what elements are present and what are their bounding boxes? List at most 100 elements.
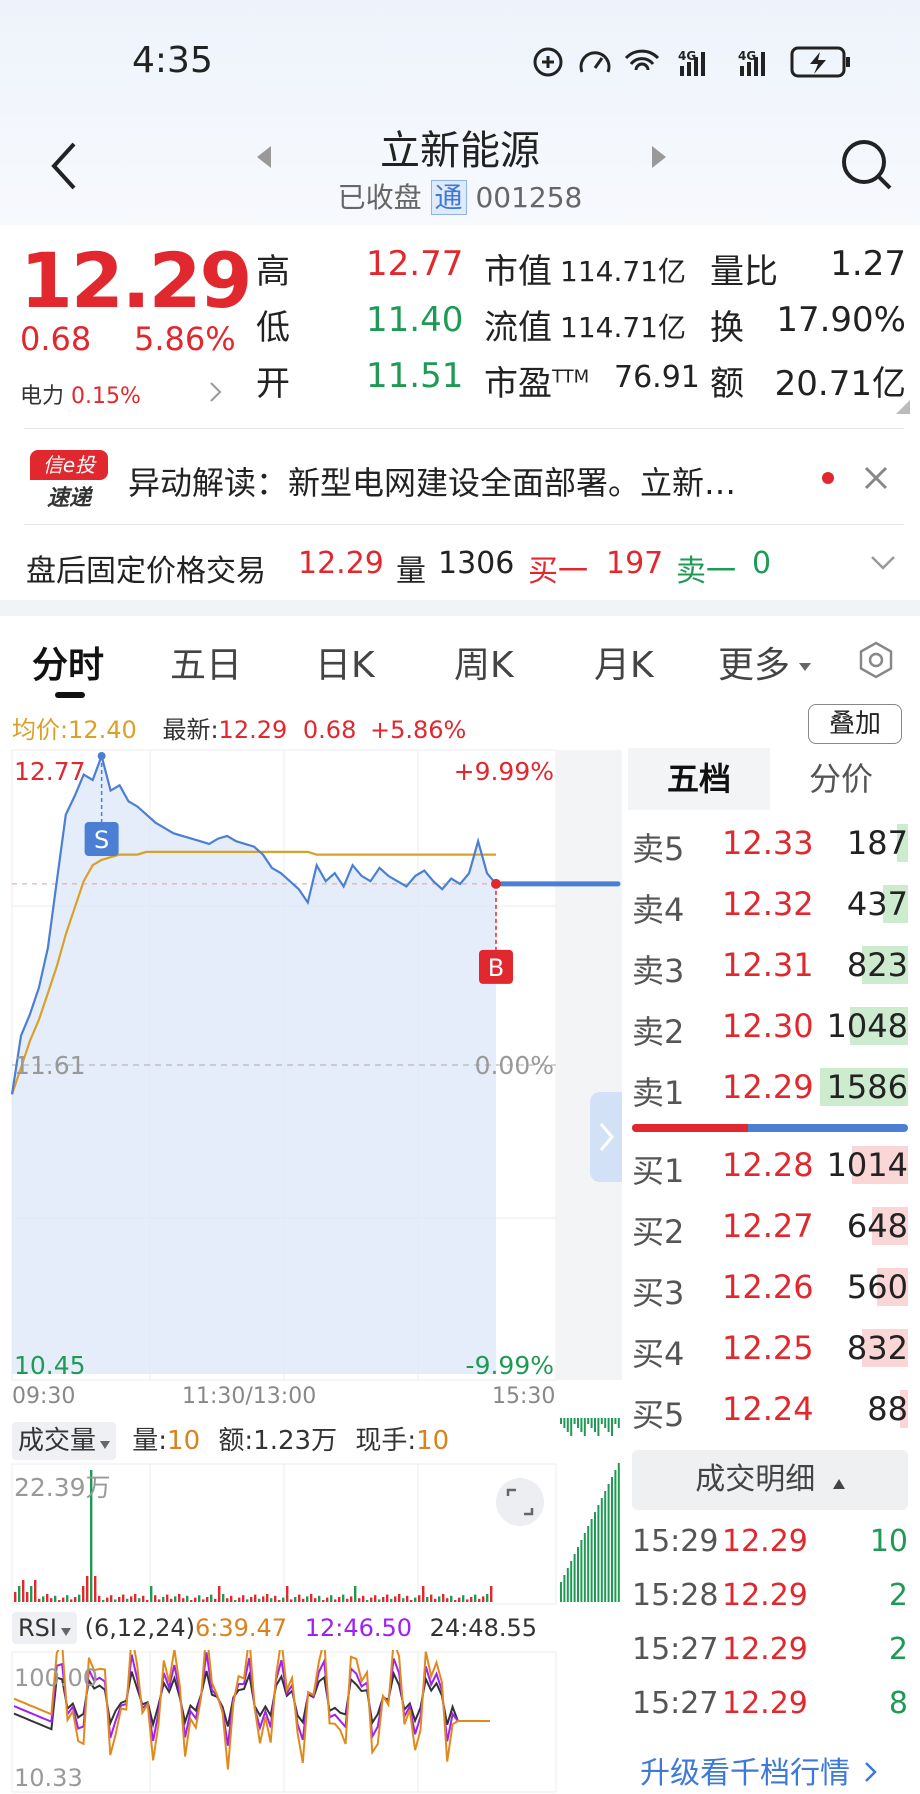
volume-bar: [82, 1586, 85, 1602]
ask-level-label: 卖4: [632, 891, 685, 929]
rsi-selector[interactable]: RSI: [12, 1612, 77, 1644]
svg-text:4G: 4G: [738, 49, 756, 63]
news-banner[interactable]: 信e投 速递 异动解读：新型电网建设全面部署。立新…: [0, 440, 920, 518]
trade-row: 15:27 12.29 8: [628, 1678, 912, 1732]
after-hours-vol: 1306: [438, 546, 515, 581]
volume-bar: [114, 1599, 117, 1602]
volume-bar: [310, 1594, 313, 1602]
prev-stock-button[interactable]: [255, 144, 275, 170]
rsi12-value: 12:46.50: [304, 1614, 413, 1642]
depth-bar: [611, 1477, 613, 1602]
search-button[interactable]: [838, 136, 894, 192]
volume-bar: [226, 1598, 229, 1602]
tab-weekly-k[interactable]: 周K: [454, 636, 514, 688]
pe-label-text: 市盈: [484, 364, 552, 404]
volume-bar: [170, 1598, 173, 1602]
sell-marker-dot: [97, 752, 106, 760]
volume-bar: [166, 1594, 169, 1602]
tab-active-underline: [55, 692, 85, 698]
back-button[interactable]: [44, 138, 84, 194]
volume-bar: [38, 1598, 41, 1602]
chart-settings-icon[interactable]: [856, 640, 896, 680]
volume-bar: [302, 1598, 305, 1602]
ask-level-price: 12.32: [722, 885, 814, 923]
ask-level-price: 12.30: [722, 1007, 814, 1045]
depth-bar: [607, 1484, 610, 1602]
ask-level-row[interactable]: 卖2 12.30 1048: [628, 995, 912, 1056]
volume-bar: [122, 1594, 125, 1602]
turnover-label: 换: [710, 308, 744, 348]
tab-daily-k[interactable]: 日K: [315, 636, 375, 688]
volume-bar: [278, 1600, 281, 1602]
bid-level-price: 12.28: [722, 1146, 814, 1184]
news-logo: 信e投 速递: [30, 450, 108, 512]
depth-bar: [617, 1463, 620, 1602]
trade-row: 15:28 12.29 2: [628, 1570, 912, 1624]
volume-bar: [294, 1597, 297, 1602]
bid-level-row[interactable]: 买3 12.26 560: [628, 1256, 912, 1317]
tab-intraday-label: 分时: [32, 645, 105, 686]
volume-bar: [282, 1597, 285, 1602]
after-hours-row[interactable]: 盘后固定价格交易 12.29 量 1306 买一 197 卖一 0: [0, 536, 920, 592]
rsi24-value: 24:48.55: [429, 1614, 538, 1642]
turnover-value: 17.90%: [776, 300, 906, 340]
latest-change: 0.68: [302, 716, 357, 744]
ask-levels: 卖5 12.33 187 卖4 12.32 437 卖3 12.31 823 卖2 12.30 104…: [628, 812, 912, 1118]
tab-more[interactable]: 更多: [718, 636, 812, 688]
bid-level-row[interactable]: 买1 12.28 1014: [628, 1134, 912, 1195]
overlay-button[interactable]: 叠加: [808, 704, 902, 744]
tab-five-day[interactable]: 五日: [170, 636, 242, 688]
volume-bar: [422, 1586, 425, 1602]
volume-bar: [458, 1597, 461, 1602]
price-chart[interactable]: S B 12.77 11.61 10.45 +9.99% 0.00% -9.99…: [0, 748, 622, 1388]
depth-bar: [587, 1526, 590, 1602]
expand-panel-handle[interactable]: [590, 1092, 622, 1182]
tab-monthly-k[interactable]: 月K: [594, 636, 654, 688]
ask-level-row[interactable]: 卖4 12.32 437: [628, 873, 912, 934]
trade-detail-header[interactable]: 成交明细: [632, 1450, 908, 1510]
trade-row: 15:27 12.29 2: [628, 1624, 912, 1678]
volume-bar: [210, 1594, 213, 1602]
bid-ask-ratio-bar: [632, 1124, 908, 1132]
tab-price-distribution[interactable]: 分价: [770, 748, 912, 810]
volume-bar: [146, 1600, 149, 1602]
ask-level-row[interactable]: 卖3 12.31 823: [628, 934, 912, 995]
tab-five-levels[interactable]: 五档: [628, 748, 770, 810]
rsi-chart[interactable]: 100.00 10.33: [0, 1650, 560, 1794]
volume-max-label: 22.39万: [14, 1473, 111, 1502]
bid-level-row[interactable]: 买5 12.24 88: [628, 1378, 912, 1439]
ask-level-row[interactable]: 卖5 12.33 187: [628, 812, 912, 873]
sector-link[interactable]: 电力 0.15%: [20, 378, 230, 410]
status-time: 4:35: [132, 40, 213, 81]
next-stock-button[interactable]: [648, 144, 668, 170]
trade-detail-header-label: 成交明细: [695, 1462, 816, 1497]
volume-bar: [254, 1594, 257, 1602]
chevron-down-icon[interactable]: [870, 554, 896, 572]
upgrade-link-label: 升级看千档行情: [640, 1756, 850, 1791]
close-icon[interactable]: [862, 464, 890, 492]
bid-level-price: 12.26: [722, 1268, 814, 1306]
volume-bar: [230, 1595, 233, 1602]
chart-info-row: 均价:12.40 最新:12.29 0.68 +5.86%: [12, 710, 466, 744]
upgrade-link[interactable]: 升级看千档行情: [640, 1748, 910, 1792]
depth-bar: [573, 1554, 576, 1602]
volume-bar: [58, 1600, 61, 1602]
ask-level-row[interactable]: 卖1 12.29 1586: [628, 1056, 912, 1117]
x-tick-midday: 11:30/13:00: [182, 1384, 317, 1409]
volume-bar: [94, 1576, 97, 1602]
volume-bar: [474, 1594, 477, 1602]
bid-level-row[interactable]: 买4 12.25 832: [628, 1317, 912, 1378]
volume-chart[interactable]: 22.39万: [0, 1416, 622, 1606]
bid-level-row[interactable]: 买2 12.27 648: [628, 1195, 912, 1256]
trade-time: 15:27: [632, 1632, 719, 1667]
volume-bar: [374, 1595, 377, 1602]
tab-intraday[interactable]: 分时: [32, 636, 104, 688]
period-tabs: 分时 五日 日K 周K 月K 更多: [0, 624, 920, 698]
after-hours-sell-label: 卖一: [676, 554, 736, 589]
tab-monthly-k-label: 月K: [594, 645, 654, 686]
chevron-right-icon: [599, 1123, 614, 1151]
after-hours-vol-label: 量: [396, 554, 426, 589]
expand-corner-icon[interactable]: [896, 400, 910, 414]
rsi6-value: 6:39.47: [194, 1614, 288, 1642]
depth-bar: [587, 1418, 590, 1424]
